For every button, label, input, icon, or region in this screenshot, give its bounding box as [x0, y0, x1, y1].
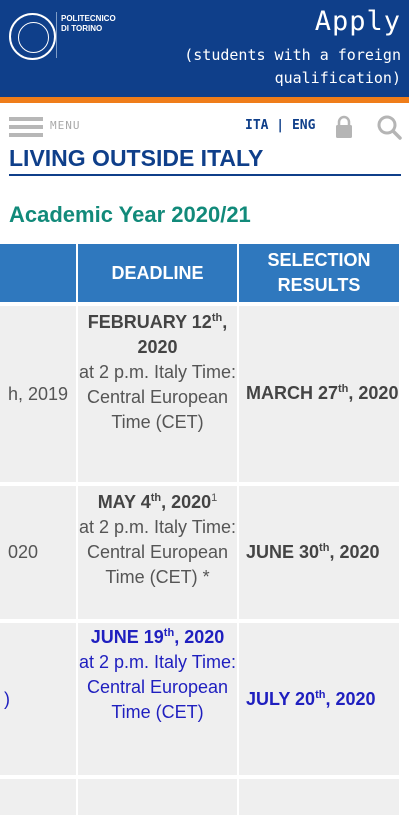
university-name[interactable]: POLITECNICO DI TORINO — [61, 14, 121, 34]
search-icon[interactable] — [376, 114, 402, 140]
table-cell: 020 — [0, 486, 76, 619]
result-ordinal: th — [319, 542, 330, 554]
logo-divider — [56, 12, 57, 58]
deadline-time: at 2 p.m. — [78, 362, 149, 382]
menu-label[interactable]: MENU — [50, 119, 81, 132]
academic-year-title: Academic Year 2020/21 — [9, 202, 251, 227]
result-year: , 2020 — [329, 542, 380, 562]
menu-icon[interactable] — [9, 117, 43, 137]
table-cell — [0, 779, 76, 815]
footnote-ref[interactable]: 1 — [211, 492, 217, 504]
deadline-cell: MAY 4th, 20201 at 2 p.m. Italy Time: Cen… — [78, 486, 237, 619]
table-cell: h, 2019 — [0, 306, 76, 482]
apply-title: Apply — [314, 6, 401, 37]
table-header-cell — [0, 244, 76, 302]
deadline-ordinal: th — [163, 627, 175, 639]
deadline-date: MAY 4 — [97, 492, 151, 512]
result-ordinal: th — [315, 688, 326, 701]
result-year: , 2020 — [348, 382, 399, 403]
result-ordinal: th — [338, 382, 349, 395]
apply-subtitle: (students with a foreign qualification) — [184, 46, 401, 87]
site-header: POLITECNICO DI TORINO Apply (students wi… — [0, 0, 409, 97]
lock-icon[interactable] — [334, 115, 354, 139]
top-nav: MENU ITA | ENG — [0, 103, 409, 150]
deadline-time: at 2 p.m. — [78, 652, 149, 672]
deadline-cell — [78, 779, 237, 815]
result-cell: MARCH 27th, 2020 — [239, 306, 399, 482]
result-cell — [239, 779, 399, 815]
cell-text: 020 — [8, 542, 39, 562]
deadline-ordinal: th — [150, 492, 162, 504]
deadline-date: JUNE 19 — [90, 627, 164, 647]
result-year: , 2020 — [325, 688, 376, 709]
deadline-year: , 2020 — [161, 492, 212, 512]
table-cell: ) — [0, 623, 76, 775]
result-date: MARCH 27 — [246, 382, 339, 403]
language-switch[interactable]: ITA | ENG — [245, 118, 315, 133]
deadline-ordinal: th — [211, 312, 223, 324]
table-header-results: SELECTION RESULTS — [239, 244, 399, 302]
cell-text: ) — [4, 688, 10, 709]
result-cell: JUNE 30th, 2020 — [239, 486, 399, 619]
university-seal-logo[interactable] — [9, 13, 56, 60]
result-cell: JULY 20th, 2020 — [239, 623, 399, 775]
deadline-cell: JUNE 19th, 2020 at 2 p.m. Italy Time: Ce… — [78, 623, 237, 775]
result-date: JUNE 30 — [246, 542, 320, 562]
deadline-time: at 2 p.m. — [78, 517, 149, 537]
section-title: LIVING OUTSIDE ITALY — [9, 146, 401, 176]
deadline-cell: FEBRUARY 12th, 2020 at 2 p.m. Italy Time… — [78, 306, 237, 482]
table-header-deadline: DEADLINE — [78, 244, 237, 302]
deadline-date: FEBRUARY 12 — [87, 312, 212, 332]
cell-text: h, 2019 — [8, 383, 69, 404]
deadline-year: , 2020 — [174, 627, 225, 647]
result-date: JULY 20 — [246, 688, 316, 709]
